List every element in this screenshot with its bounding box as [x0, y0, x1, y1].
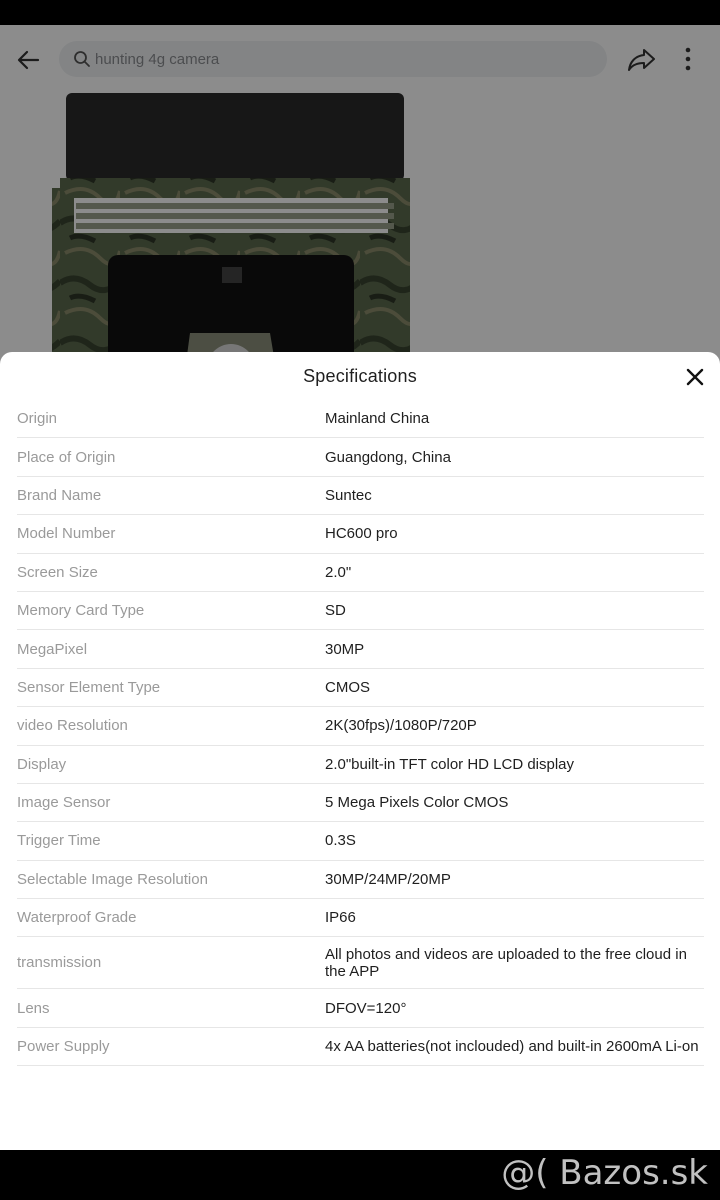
spec-value: 2.0": [325, 563, 352, 581]
spec-row: Sensor Element Type CMOS: [17, 669, 704, 708]
spec-value: IP66: [325, 909, 356, 927]
spec-label: Brand Name: [17, 486, 102, 504]
spec-label: Place of Origin: [17, 448, 116, 466]
spec-label: Waterproof Grade: [17, 909, 137, 927]
spec-row: Waterproof Grade IP66: [17, 899, 704, 938]
spec-row: Lens DFOV=120°: [17, 989, 704, 1028]
spec-value: Mainland China: [325, 410, 430, 428]
spec-value: SD: [325, 602, 346, 620]
specifications-sheet: Specifications Origin Mainland China Pla…: [0, 352, 720, 1150]
spec-value: Guangdong, China: [325, 448, 451, 466]
spec-row: transmission All photos and videos are u…: [17, 937, 704, 990]
spec-row: video Resolution 2K(30fps)/1080P/720P: [17, 707, 704, 746]
spec-value: 30MP: [325, 640, 365, 658]
spec-value: 30MP/24MP/20MP: [325, 870, 451, 888]
spec-row: Memory Card Type SD: [17, 592, 704, 631]
spec-label: Origin: [17, 410, 58, 428]
spec-value: 0.3S: [325, 832, 356, 850]
spec-row: Power Supply 4x AA batteries(not incloud…: [17, 1028, 704, 1067]
spec-value: 2.0"built-in TFT color HD LCD display: [325, 755, 575, 773]
spec-label: Screen Size: [17, 563, 98, 581]
spec-value: HC600 pro: [325, 525, 398, 543]
spec-value: 2K(30fps)/1080P/720P: [325, 717, 477, 735]
spec-row: Trigger Time 0.3S: [17, 822, 704, 861]
spec-label: Lens: [17, 999, 50, 1017]
spec-label: Memory Card Type: [17, 602, 145, 620]
sheet-title: Specifications: [303, 366, 417, 386]
spec-row: Image Sensor 5 Mega Pixels Color CMOS: [17, 784, 704, 823]
spec-row: Display 2.0"built-in TFT color HD LCD di…: [17, 746, 704, 784]
spec-label: video Resolution: [17, 717, 128, 735]
spec-label: transmission: [17, 954, 102, 972]
spec-label: Model Number: [17, 525, 116, 543]
spec-row: Model Number HC600 pro: [17, 515, 704, 554]
spec-row: Place of Origin Guangdong, China: [17, 438, 704, 477]
spec-row: Origin Mainland China: [17, 400, 704, 439]
spec-value: 4x AA batteries(not inclouded) and built…: [325, 1038, 699, 1056]
spec-value: CMOS: [325, 678, 370, 696]
spec-label: Power Supply: [17, 1038, 110, 1056]
spec-label: Selectable Image Resolution: [17, 870, 208, 888]
spec-label: Trigger Time: [17, 832, 101, 850]
spec-row: Screen Size 2.0": [17, 554, 704, 592]
screen: hunting 4g camera Specifications Origin …: [0, 0, 720, 1200]
spec-value: DFOV=120°: [325, 999, 407, 1017]
spec-label: Sensor Element Type: [17, 678, 161, 696]
spec-value: 5 Mega Pixels Color CMOS: [325, 794, 509, 812]
spec-value: All photos and videos are uploaded to th…: [325, 945, 687, 980]
spec-row: Selectable Image Resolution 30MP/24MP/20…: [17, 861, 704, 900]
close-icon: [686, 368, 704, 386]
spec-row: MegaPixel 30MP: [17, 630, 704, 669]
spec-row: Brand Name Suntec: [17, 477, 704, 516]
spec-list: Origin Mainland China Place of Origin Gu…: [17, 400, 704, 1067]
close-button[interactable]: [682, 364, 708, 390]
spec-label: Display: [17, 755, 67, 773]
status-bar: [0, 0, 720, 25]
spec-label: Image Sensor: [17, 794, 111, 812]
spec-label: MegaPixel: [17, 640, 88, 658]
spec-value: Suntec: [325, 486, 372, 504]
watermark: @( Bazos.sk: [501, 1153, 708, 1193]
